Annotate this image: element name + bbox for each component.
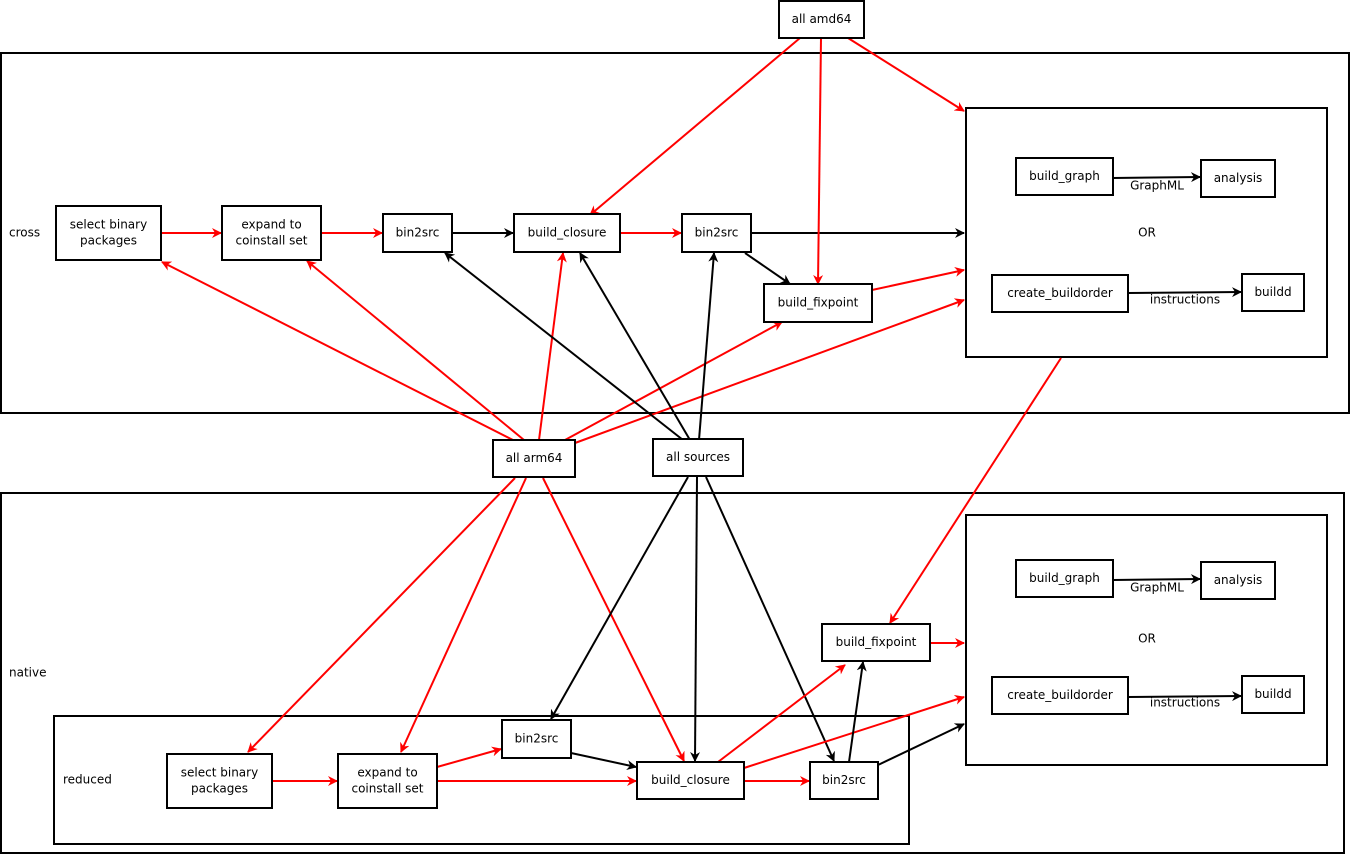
edge-all-sources-to-c-bin2src2 [698, 252, 719, 441]
node-c-buildd: buildd [1241, 273, 1305, 312]
node-label: build_closure [651, 773, 730, 787]
node-label: all amd64 [792, 12, 852, 26]
edge-all-arm64-to-n-select [247, 477, 516, 753]
node-label: select binary [70, 218, 147, 232]
edge-all-arm64-to-c-closure [538, 252, 567, 441]
reduced-frame-label: reduced [63, 773, 112, 787]
node-label: create_buildorder [1007, 286, 1113, 300]
edge-all-arm64-to-n-expand [400, 477, 527, 753]
node-label: expand to [357, 766, 417, 780]
node-c-analysis: analysis [1200, 159, 1276, 198]
native-frame-label: native [9, 666, 46, 680]
cross-frame-label: cross [9, 226, 40, 240]
edge-all-sources-to-c-bin2src1 [444, 252, 684, 441]
node-n-analysis: analysis [1200, 561, 1276, 600]
native-instructions-edge-label: instructions [1150, 696, 1220, 710]
node-label: bin2src [822, 773, 866, 787]
cross-graphml-edge-label: GraphML [1130, 179, 1184, 193]
edge-n-bin2src2-to-native-output [877, 723, 965, 766]
node-label: analysis [1214, 573, 1263, 587]
node-c-fixpoint: build_fixpoint [763, 283, 873, 323]
node-n-buildd: buildd [1241, 675, 1305, 714]
node-label: build_closure [528, 226, 607, 240]
edge-all-arm64-to-c-fixpoint [564, 321, 783, 441]
edge-n-bin2src1-to-n-closure [570, 752, 637, 770]
native-or-label: OR [1138, 632, 1156, 646]
edge-all-sources-to-c-closure [579, 252, 691, 441]
node-label: build_graph [1029, 169, 1100, 183]
node-label: packages [191, 782, 248, 796]
node-label: bin2src [515, 732, 559, 746]
node-n-create-buildorder: create_buildorder [991, 676, 1129, 715]
node-c-build-graph: build_graph [1015, 157, 1114, 196]
edge-all-sources-to-n-bin2src2 [705, 476, 835, 762]
edge-c-bin2src2-to-c-fixpoint [744, 252, 791, 285]
node-all-sources: all sources [652, 438, 744, 477]
node-n-expand: expand to coinstall set [337, 753, 438, 809]
node-label: all arm64 [506, 451, 563, 465]
node-label: all sources [666, 450, 730, 464]
edge-c-fixpoint-to-cross-output [871, 267, 965, 291]
node-label: create_buildorder [1007, 688, 1113, 702]
edge-all-sources-to-n-bin2src1 [550, 476, 689, 720]
edge-all-amd64-to-c-fixpoint [813, 37, 824, 285]
node-label: build_fixpoint [836, 635, 917, 649]
node-c-bin2src2: bin2src [681, 213, 752, 253]
node-c-expand: expand to coinstall set [221, 205, 322, 261]
node-n-select: select binary packages [166, 753, 273, 809]
node-c-closure: build_closure [513, 213, 621, 253]
edge-n-closure-to-n-fixpoint [717, 664, 846, 763]
node-n-bin2src2: bin2src [809, 761, 879, 800]
node-label: bin2src [396, 226, 440, 240]
node-all-arm64: all arm64 [492, 439, 576, 478]
edge-n-expand-to-n-bin2src1 [436, 746, 502, 768]
node-n-build-graph: build_graph [1015, 559, 1114, 598]
node-label: bin2src [695, 226, 739, 240]
cross-instructions-edge-label: instructions [1150, 293, 1220, 307]
native-graphml-edge-label: GraphML [1130, 581, 1184, 595]
node-n-bin2src1: bin2src [501, 719, 572, 759]
cross-or-label: OR [1138, 226, 1156, 240]
node-label: build_fixpoint [778, 296, 859, 310]
edge-all-amd64-to-c-closure [589, 37, 801, 216]
node-n-closure: build_closure [636, 761, 745, 800]
node-label: buildd [1254, 285, 1291, 299]
edge-all-amd64-to-cross-output [847, 37, 965, 112]
pipeline-diagram: cross native reduced OR OR all amd64 all … [0, 0, 1350, 854]
node-label: coinstall set [351, 782, 423, 796]
node-c-bin2src1: bin2src [382, 213, 453, 253]
node-n-fixpoint: build_fixpoint [821, 623, 931, 662]
node-all-amd64: all amd64 [778, 0, 865, 39]
node-label: analysis [1214, 171, 1263, 185]
edge-all-sources-to-n-closure [690, 476, 701, 762]
node-label: buildd [1254, 687, 1291, 701]
node-label: packages [80, 234, 137, 248]
node-label: build_graph [1029, 571, 1100, 585]
node-label: select binary [181, 766, 258, 780]
edge-n-bin2src2-to-n-fixpoint [848, 661, 867, 763]
node-c-select: select binary packages [55, 205, 162, 261]
node-c-create-buildorder: create_buildorder [991, 274, 1129, 313]
node-label: expand to [241, 218, 301, 232]
node-label: coinstall set [235, 234, 307, 248]
